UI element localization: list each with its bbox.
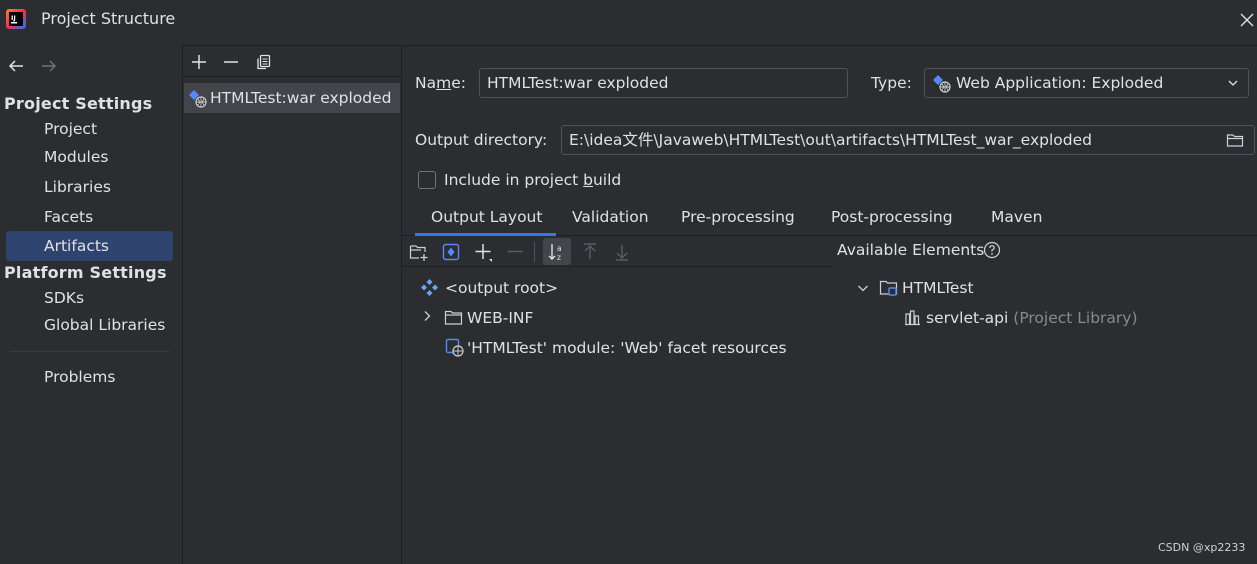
column-divider [401, 45, 402, 564]
tab-post-processing[interactable]: Post-processing [831, 208, 953, 236]
tree-row-module[interactable]: HTMLTest [856, 276, 974, 300]
include-in-build-label: Include in project build [444, 171, 622, 189]
tree-row-web-inf[interactable]: WEB-INF [420, 306, 533, 330]
title-bar: IJ Project Structure [0, 0, 1257, 40]
tab-pre-processing[interactable]: Pre-processing [681, 208, 795, 236]
add-element-icon[interactable] [473, 242, 493, 262]
chevron-down-icon[interactable] [856, 281, 870, 295]
help-icon[interactable] [983, 241, 1001, 259]
module-folder-icon [879, 280, 898, 296]
platform-settings-header: Platform Settings [4, 263, 167, 282]
close-icon[interactable] [1239, 12, 1255, 28]
folder-icon [444, 310, 463, 325]
settings-sidebar: Project Settings Project Modules Librari… [0, 45, 182, 564]
artifact-item[interactable]: HTMLTest:war exploded [184, 83, 400, 113]
svg-text:z: z [557, 253, 561, 262]
nav-item-facets[interactable]: Facets [6, 202, 173, 232]
library-name: servlet-api [926, 309, 1009, 327]
available-elements-title: Available Elements [837, 241, 985, 259]
tab-output-layout[interactable]: Output Layout [431, 208, 542, 236]
move-up-icon[interactable] [580, 242, 600, 262]
tab-maven[interactable]: Maven [991, 208, 1042, 236]
module-output-icon[interactable] [441, 242, 461, 262]
nav-item-modules[interactable]: Modules [6, 142, 173, 172]
library-note: (Project Library) [1013, 309, 1138, 327]
back-arrow-icon[interactable] [7, 57, 25, 75]
chevron-down-icon [1228, 80, 1238, 86]
output-directory-value: E:\idea文件\Javaweb\HTMLTest\out\artifacts… [569, 131, 1092, 149]
web-artifact-icon [189, 90, 207, 108]
tab-validation[interactable]: Validation [572, 208, 649, 236]
nav-item-project[interactable]: Project [6, 114, 173, 144]
module-label: HTMLTest [902, 279, 974, 297]
tree-row-module-resources[interactable]: 'HTMLTest' module: 'Web' facet resources [445, 336, 787, 360]
name-label: Name: [415, 74, 466, 92]
project-settings-header: Project Settings [4, 94, 153, 113]
output-root-icon [421, 279, 438, 296]
watermark: CSDN @xp2233 [1158, 541, 1246, 554]
intellij-logo-icon: IJ [6, 9, 26, 29]
library-icon [905, 310, 920, 326]
active-tab-indicator [415, 233, 556, 236]
move-down-icon[interactable] [612, 242, 632, 262]
artifact-item-label: HTMLTest:war exploded [210, 89, 392, 107]
svg-text:a: a [557, 244, 562, 253]
web-facet-resource-icon [445, 338, 464, 357]
nav-item-global-libraries[interactable]: Global Libraries [6, 310, 173, 340]
sort-alphabetically-icon[interactable]: a z [547, 242, 567, 262]
add-icon[interactable] [190, 53, 208, 71]
include-in-build-checkbox[interactable] [418, 171, 436, 189]
remove-icon[interactable] [222, 53, 240, 71]
toolbar-separator [534, 242, 535, 262]
remove-element-icon[interactable] [505, 242, 525, 262]
browse-folder-icon[interactable] [1226, 132, 1244, 148]
output-directory-input[interactable]: E:\idea文件\Javaweb\HTMLTest\out\artifacts… [561, 125, 1255, 155]
nav-item-problems[interactable]: Problems [6, 362, 173, 392]
artifacts-toolbar-divider [183, 76, 401, 77]
web-artifact-icon [933, 75, 951, 93]
svg-text:IJ: IJ [11, 14, 16, 22]
output-root-label: <output root> [445, 279, 559, 297]
type-select-value: Web Application: Exploded [956, 74, 1164, 92]
type-label: Type: [871, 74, 912, 92]
new-folder-icon[interactable] [409, 242, 429, 262]
tree-row-output-root[interactable]: <output root> [420, 276, 558, 300]
layout-toolbar-divider [402, 266, 834, 267]
output-directory-label: Output directory: [415, 131, 548, 149]
chevron-right-icon[interactable] [420, 309, 434, 323]
nav-item-libraries[interactable]: Libraries [6, 172, 173, 202]
tree-row-library[interactable]: servlet-api (Project Library) [903, 306, 1138, 330]
nav-separator [10, 351, 170, 352]
window-title: Project Structure [41, 9, 176, 28]
name-input[interactable]: HTMLTest:war exploded [479, 68, 848, 98]
forward-arrow-icon[interactable] [40, 57, 58, 75]
type-select[interactable]: Web Application: Exploded [924, 68, 1249, 98]
nav-item-sdks[interactable]: SDKs [6, 283, 173, 313]
copy-icon[interactable] [255, 53, 273, 71]
artifacts-list-panel: HTMLTest:war exploded [183, 46, 401, 564]
module-resources-label: 'HTMLTest' module: 'Web' facet resources [467, 339, 787, 357]
nav-item-artifacts[interactable]: Artifacts [6, 231, 173, 261]
web-inf-label: WEB-INF [467, 309, 534, 327]
